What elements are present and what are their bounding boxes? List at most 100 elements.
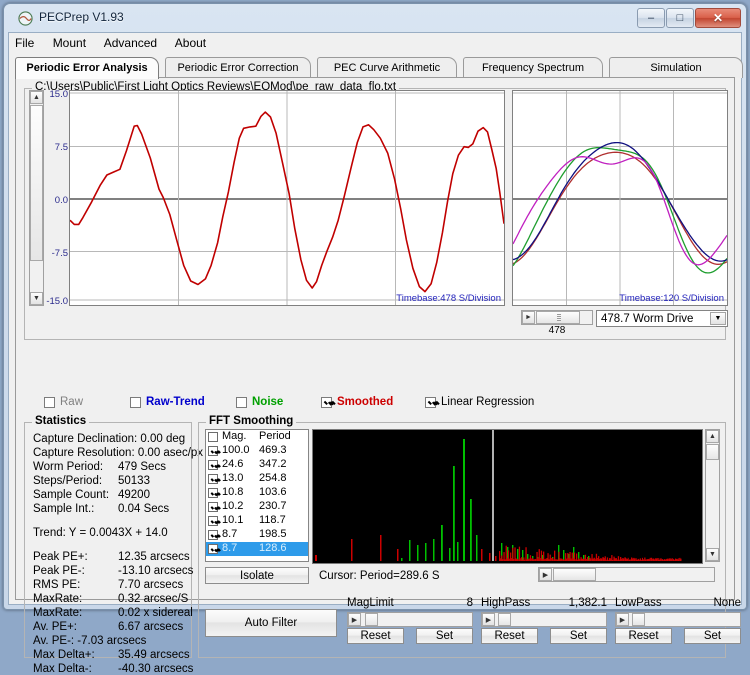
statistics-row-label: Trend: Y = 0.0043X + 14.0 — [33, 527, 168, 539]
isolate-button[interactable]: Isolate — [205, 567, 309, 584]
y-tick-4: -15.0 — [46, 296, 68, 307]
fft-list-row[interactable]: 100.0 469.3 — [206, 444, 308, 458]
reset-button-highpass[interactable]: Reset — [481, 628, 538, 644]
minimize-button[interactable]: – — [637, 8, 665, 28]
fft-list-header: Mag. Period — [206, 430, 308, 444]
checkbox-raw-box[interactable] — [44, 396, 55, 408]
checkbox-smoothed-box[interactable] — [321, 396, 332, 408]
fft-smoothing-caption: FFT Smoothing — [206, 415, 297, 427]
statistics-row-value: -40.30 arcsecs — [118, 663, 194, 675]
slider-maglimit[interactable]: ◀▶ — [347, 612, 473, 627]
fft-row-checkbox[interactable] — [208, 516, 218, 526]
auto-filter-button[interactable]: Auto Filter — [205, 609, 337, 637]
reset-button-maglimit[interactable]: Reset — [347, 628, 404, 644]
title-bar: PECPrep V1.93 – □ ✕ — [4, 4, 746, 32]
tab-periodic-error-analysis[interactable]: Periodic Error Analysis — [15, 57, 159, 79]
reset-button-lowpass[interactable]: Reset — [615, 628, 672, 644]
fft-row-checkbox[interactable] — [208, 502, 218, 512]
fft-row-checkbox[interactable] — [208, 446, 218, 456]
statistics-row-label: RMS PE: — [33, 579, 81, 591]
checkbox-linear-regression[interactable]: Linear Regression — [425, 396, 534, 408]
tab-frequency-spectrum[interactable]: Frequency Spectrum — [463, 57, 603, 78]
statistics-row-label: Sample Count: — [33, 489, 110, 501]
fft-row-mag: 24.6 — [222, 458, 244, 470]
main-plot-canvas — [70, 91, 504, 305]
spectrum-scroll-right-arrow[interactable]: ▶ — [539, 568, 552, 581]
fft-row-checkbox[interactable] — [208, 488, 218, 498]
fft-row-checkbox[interactable] — [208, 530, 218, 540]
fft-component-list[interactable]: Mag. Period 100.0 469.3 24.6 347.2 13.0 254.8… — [205, 429, 309, 562]
fft-row-checkbox[interactable] — [208, 460, 218, 470]
fft-list-row[interactable]: 8.7 128.6 — [206, 542, 308, 556]
spectrum-horizontal-thumb[interactable] — [553, 568, 596, 581]
menu-item-file[interactable]: File — [15, 36, 34, 50]
fft-spectrum-display[interactable] — [312, 429, 703, 564]
worm-drive-combo-value: 478.7 Worm Drive — [601, 313, 694, 325]
worm-scroll-right-arrow[interactable]: ► — [522, 311, 535, 324]
fft-list-row[interactable]: 10.2 230.7 — [206, 500, 308, 514]
fft-row-mag: 10.8 — [222, 486, 244, 498]
window-title: PECPrep V1.93 — [39, 10, 124, 24]
close-button[interactable]: ✕ — [695, 8, 741, 28]
spectrum-vertical-scrollbar[interactable]: ▲ ▼ — [705, 429, 720, 562]
tab-periodic-error-correction[interactable]: Periodic Error Correction — [165, 57, 311, 78]
statistics-groupbox: Statistics Capture Declination: 0.00 deg… — [24, 415, 203, 675]
slider-highpass[interactable]: ◀▶ — [481, 612, 607, 627]
checkbox-smoothed[interactable]: Smoothed — [321, 396, 393, 408]
fft-list-row[interactable]: 24.6 347.2 — [206, 458, 308, 472]
window-controls: – □ ✕ — [636, 8, 741, 28]
fft-smoothing-groupbox: FFT Smoothing Mag. Period 100.0 469.3 24.6… — [198, 415, 741, 658]
checkbox-raw-trend[interactable]: Raw-Trend — [130, 396, 205, 408]
statistics-row-value: 49200 — [118, 489, 150, 501]
fft-list-row[interactable]: 10.8 103.6 — [206, 486, 308, 500]
fft-row-checkbox[interactable] — [208, 544, 218, 554]
maximize-icon: □ — [676, 12, 684, 24]
checkbox-noise[interactable]: Noise — [236, 396, 283, 408]
tab-page-periodic-error-analysis: C:\Users\Public\First Light Optics Revie… — [15, 77, 741, 675]
maximize-button[interactable]: □ — [666, 8, 694, 28]
statistics-row-label: Av. PE+: — [33, 621, 78, 633]
menu-item-about[interactable]: About — [175, 36, 206, 50]
slider-lowpass[interactable]: ◀▶ — [615, 612, 741, 627]
set-button-maglimit[interactable]: Set — [416, 628, 473, 644]
statistics-row-value: 7.70 arcsecs — [118, 579, 184, 591]
app-window: PECPrep V1.93 – □ ✕ File Mount Advanced … — [3, 3, 747, 675]
checkbox-raw-trend-box[interactable] — [130, 396, 141, 408]
detail-plot[interactable]: Timebase:120 S/Division — [512, 90, 728, 306]
fft-list-row[interactable]: 13.0 254.8 — [206, 472, 308, 486]
set-button-highpass[interactable]: Set — [550, 628, 607, 644]
fft-row-period: 198.5 — [259, 528, 287, 540]
tab-strip: Periodic Error Analysis Periodic Error C… — [15, 57, 743, 79]
menu-item-mount[interactable]: Mount — [53, 36, 86, 50]
spectrum-scroll-up-arrow[interactable]: ▲ — [706, 430, 719, 443]
fft-select-all-checkbox[interactable] — [208, 432, 218, 442]
spectrum-horizontal-scrollbar[interactable]: ◀ ▶ — [538, 567, 715, 582]
slider-value-highpass: 1,382.1 — [568, 597, 607, 609]
fft-row-mag: 8.7 — [222, 528, 238, 540]
worm-drive-combo[interactable]: 478.7 Worm Drive ▼ — [596, 310, 728, 327]
worm-position-scrollbar[interactable]: ◄ ► — [521, 310, 593, 325]
main-plot[interactable]: Timebase:478 S/Division — [69, 90, 505, 306]
tab-simulation[interactable]: Simulation — [609, 57, 743, 78]
set-button-lowpass[interactable]: Set — [684, 628, 741, 644]
chevron-down-icon[interactable]: ▼ — [710, 312, 726, 325]
tab-pec-curve-arithmetic[interactable]: PEC Curve Arithmetic — [317, 57, 457, 78]
main-plot-timebase-label: Timebase:478 S/Division — [396, 293, 501, 304]
fft-list-row[interactable]: 8.7 198.5 — [206, 528, 308, 542]
checkbox-raw[interactable]: Raw — [44, 396, 83, 408]
checkbox-smoothed-label: Smoothed — [337, 396, 394, 408]
worm-scroll-thumb[interactable] — [536, 311, 580, 324]
statistics-row-label: MaxRate: — [33, 593, 83, 605]
menu-item-advanced[interactable]: Advanced — [104, 36, 157, 50]
statistics-row-value: 0.04 Secs — [118, 503, 170, 515]
fft-list-row[interactable]: 10.1 118.7 — [206, 514, 308, 528]
statistics-row-label: Capture Declination: 0.00 deg — [33, 433, 186, 445]
spectrum-vertical-thumb[interactable] — [706, 444, 719, 460]
checkbox-noise-box[interactable] — [236, 396, 247, 408]
spectrum-scroll-down-arrow[interactable]: ▼ — [706, 548, 719, 561]
fft-row-period: 128.6 — [259, 542, 287, 554]
statistics-row-label: Capture Resolution: 0.00 asec/px — [33, 447, 204, 459]
fft-row-checkbox[interactable] — [208, 474, 218, 484]
checkbox-linear-regression-box[interactable] — [425, 396, 436, 408]
fft-row-period: 254.8 — [259, 472, 287, 484]
